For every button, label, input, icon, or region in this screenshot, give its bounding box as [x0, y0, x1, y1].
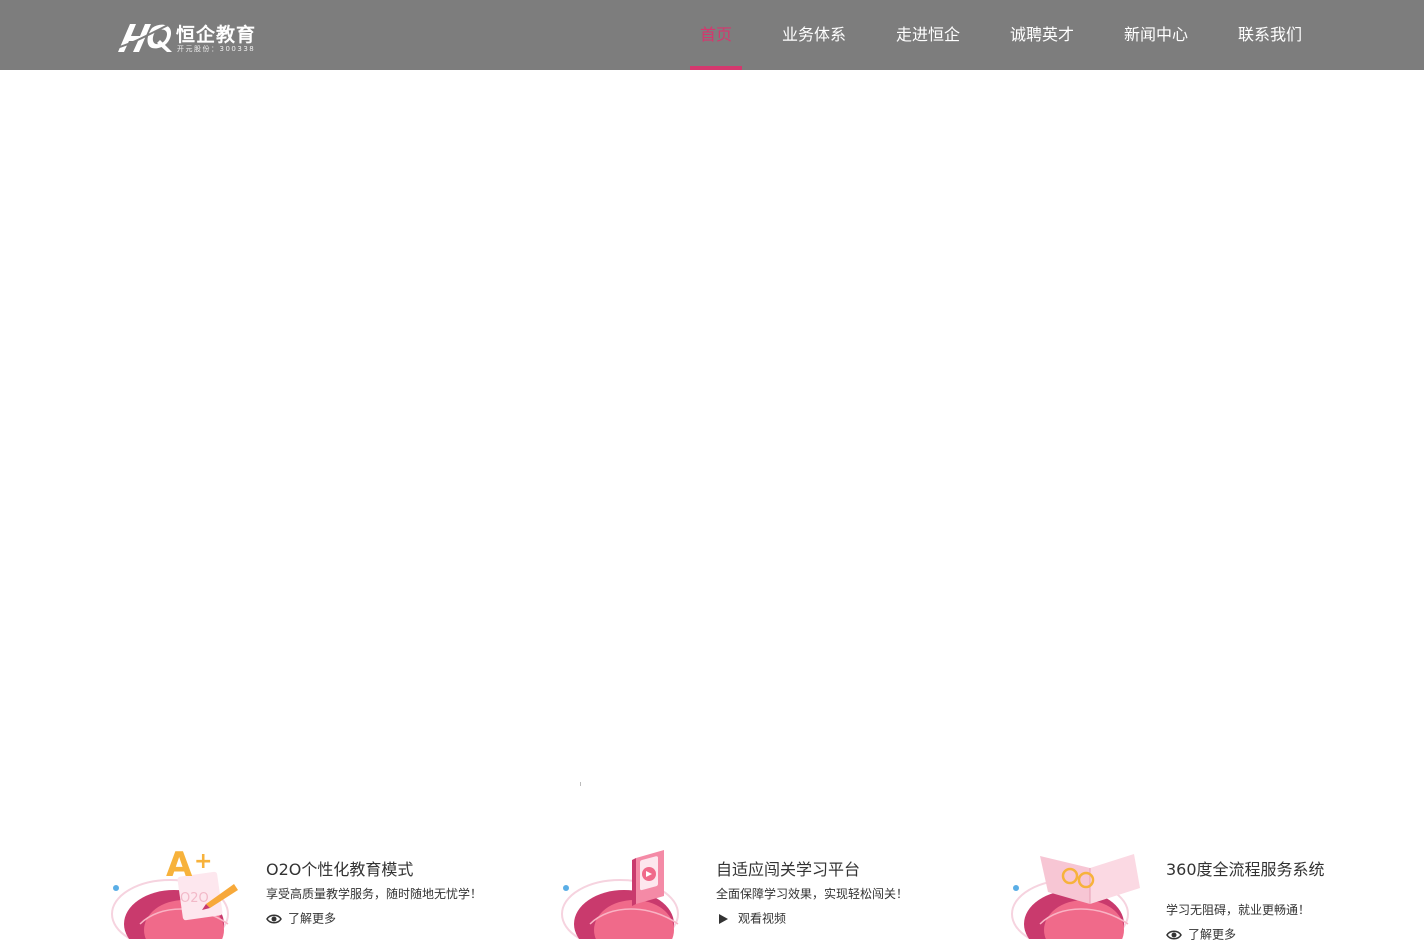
nav-active-indicator [690, 66, 742, 70]
eye-icon [1166, 930, 1182, 939]
learn-more-link[interactable]: 了解更多 [1166, 926, 1236, 942]
feature-o2o: O2O A + O2O个性化教育模式 享受高质量教学服务，随时随地无忧学！ 了解… [111, 838, 536, 939]
svg-text:+: + [194, 849, 212, 874]
site-header: 恒企教育 开元股份：300338 首页 业务体系 走进恒企 诚聘英才 新闻中心 … [0, 0, 1424, 70]
feature-desc: 享受高质量教学服务，随时随地无忧学！ [266, 887, 483, 901]
learn-more-label: 了解更多 [288, 911, 337, 926]
main-nav: 首页 业务体系 走进恒企 诚聘英才 新闻中心 联系我们 [0, 0, 1424, 70]
feature-desc: 全面保障学习效果，实现轻松闯关！ [716, 887, 909, 901]
svg-text:O2O: O2O [180, 891, 209, 906]
watch-video-link[interactable]: 观看视频 [716, 910, 786, 926]
feature-desc: 学习无阻碍，就业更畅通！ [1166, 903, 1311, 917]
feature-title: 360度全流程服务系统 [1166, 860, 1325, 879]
nav-item-business[interactable]: 业务体系 [782, 0, 846, 70]
watch-video-label: 观看视频 [738, 911, 787, 926]
feature-adaptive-learning: 自适应闯关学习平台 全面保障学习效果，实现轻松闯关！ 观看视频 [561, 838, 986, 939]
nav-item-home[interactable]: 首页 [700, 0, 732, 70]
learn-more-link[interactable]: 了解更多 [266, 910, 336, 926]
nav-item-contact[interactable]: 联系我们 [1238, 0, 1302, 70]
eye-icon [266, 914, 282, 923]
feature-title: O2O个性化教育模式 [266, 860, 414, 879]
nav-item-about[interactable]: 走进恒企 [896, 0, 960, 70]
play-icon [719, 913, 728, 924]
nav-item-news[interactable]: 新闻中心 [1124, 0, 1188, 70]
feature-title: 自适应闯关学习平台 [716, 860, 861, 879]
tablet-illustration-icon [561, 850, 679, 939]
svg-text:A: A [166, 845, 193, 885]
feature-360-service: 360度全流程服务系统 学习无阻碍，就业更畅通！ 了解更多 [1011, 838, 1424, 942]
banner-placeholder-mark [580, 782, 581, 786]
a-plus-illustration-icon: O2O A + [111, 845, 238, 939]
nav-item-careers[interactable]: 诚聘英才 [1010, 0, 1074, 70]
learn-more-label: 了解更多 [1188, 927, 1237, 942]
book-glasses-illustration-icon [1011, 854, 1140, 939]
